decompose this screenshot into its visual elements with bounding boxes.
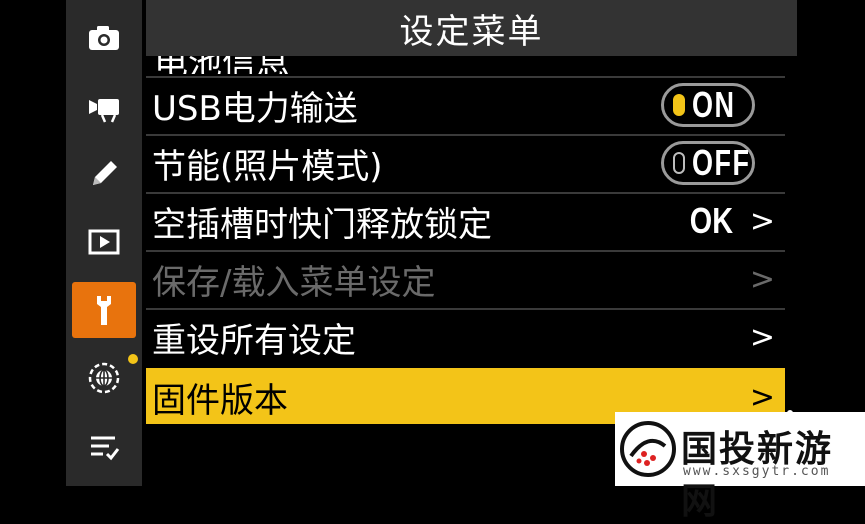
sidebar-item-network[interactable] — [72, 350, 138, 406]
partial-menu-item[interactable]: 电池信息 — [146, 56, 785, 74]
energy-saving-toggle[interactable]: OFF — [661, 141, 755, 185]
list-check-icon — [91, 436, 120, 461]
menu-item-empty-slot-release-lock[interactable]: 空插槽时快门释放锁定 OK > — [146, 192, 785, 248]
menu-item-label: 固件版本 — [152, 380, 288, 421]
menu-item-value: OK — [689, 200, 733, 241]
menu-item-label: 保存/载入菜单设定 — [152, 262, 436, 303]
network-globe-icon — [88, 362, 120, 394]
menu-item-save-load-settings[interactable]: 保存/载入菜单设定 > — [146, 250, 785, 306]
sidebar-item-photo-shooting[interactable] — [72, 10, 136, 66]
camera-icon — [89, 26, 119, 50]
menu-item-reset-all-settings[interactable]: 重设所有设定 > — [146, 308, 785, 364]
menu-item-label: 空插槽时快门释放锁定 — [152, 204, 492, 245]
chevron-right-icon: > — [749, 261, 775, 297]
partial-menu-item-label: 电池信息 — [154, 56, 290, 74]
toggle-state: OFF — [692, 142, 751, 183]
movie-camera-icon — [89, 99, 119, 123]
chevron-right-icon: > — [749, 379, 775, 415]
sidebar-item-my-menu[interactable] — [72, 418, 136, 474]
play-icon — [88, 229, 120, 255]
watermark-url: www.sxsgytr.com — [683, 464, 831, 479]
wrench-icon — [97, 296, 111, 325]
pencil-icon — [93, 161, 117, 185]
toggle-knob — [673, 94, 685, 116]
menu-item-usb-power-delivery[interactable]: USB电力输送 ON — [146, 76, 785, 132]
menu-item-label: 重设所有设定 — [152, 320, 356, 361]
usb-power-toggle[interactable]: ON — [661, 83, 755, 127]
page-title: 设定菜单 — [146, 0, 797, 56]
letterbox — [0, 0, 66, 486]
sidebar-item-movie-recording[interactable] — [72, 78, 136, 134]
menu-item-label: 节能(照片模式) — [152, 146, 383, 187]
menu-item-energy-saving[interactable]: 节能(照片模式) OFF — [146, 134, 785, 190]
sidebar-item-custom-settings[interactable] — [72, 146, 136, 202]
chevron-right-icon: > — [749, 319, 775, 355]
toggle-state: ON — [692, 84, 736, 125]
watermark: 国投新游网 www.sxsgytr.com — [615, 412, 865, 522]
sidebar-item-setup[interactable] — [72, 282, 136, 338]
menu-sidebar — [66, 0, 142, 486]
chevron-right-icon: > — [749, 203, 775, 239]
sidebar-item-playback[interactable] — [72, 214, 136, 270]
notification-badge — [128, 354, 138, 364]
toggle-knob — [673, 152, 685, 174]
watermark-logo — [620, 421, 676, 477]
menu-item-label: USB电力输送 — [152, 88, 358, 129]
